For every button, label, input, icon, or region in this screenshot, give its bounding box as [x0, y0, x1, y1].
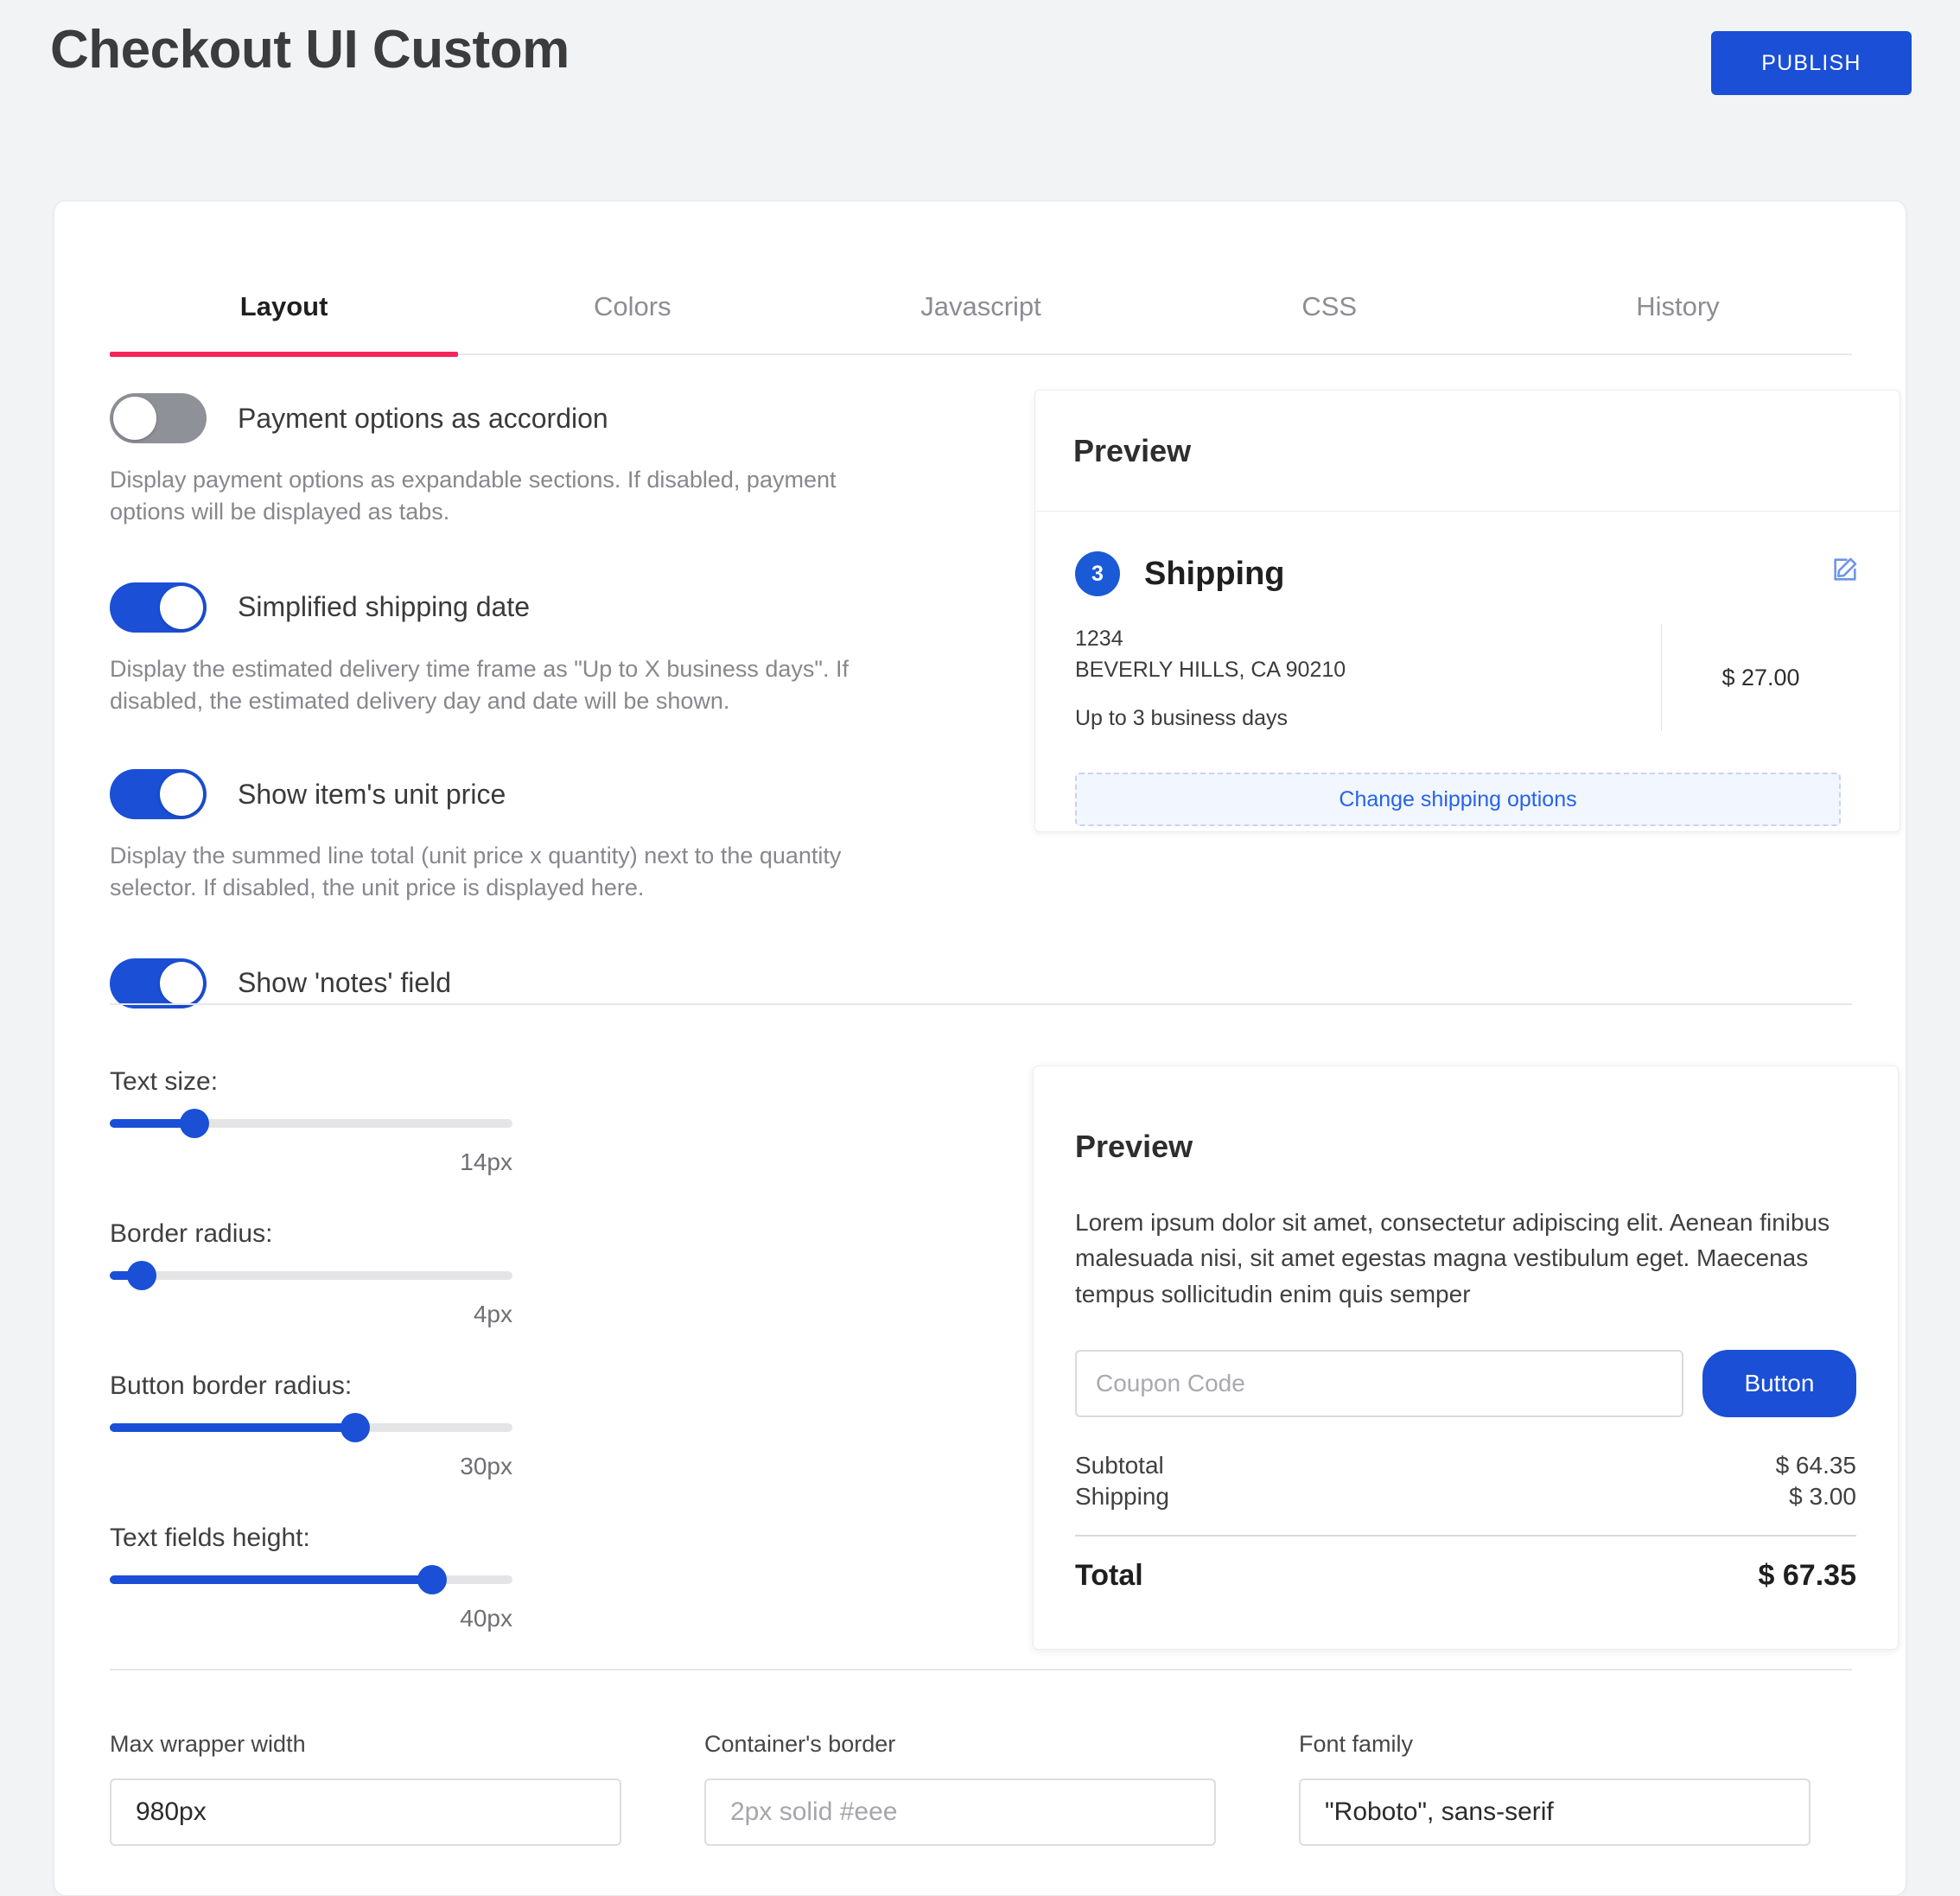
tab-css[interactable]: CSS	[1155, 260, 1504, 353]
page-title: Checkout UI Custom	[50, 19, 570, 80]
slider-thumb-button-border-radius[interactable]	[340, 1413, 370, 1442]
setting-payment-accordion: Payment options as accordion	[110, 393, 939, 443]
app-root: Checkout UI Custom PUBLISH Layout Colors…	[0, 0, 1960, 1896]
shipping-price-cell: $ 27.00	[1661, 624, 1860, 731]
coupon-code-input[interactable]	[1075, 1350, 1683, 1417]
totals-preview-card: Preview Lorem ipsum dolor sit amet, cons…	[1033, 1066, 1899, 1650]
container-border-input[interactable]	[704, 1778, 1216, 1846]
field-label-font-family: Font family	[1299, 1731, 1810, 1758]
slider-group-text-fields-height: Text fields height: 40px	[110, 1524, 525, 1632]
address-line-2: BEVERLY HILLS, CA 90210	[1075, 655, 1661, 686]
step-number-badge: 3	[1075, 551, 1120, 596]
toggle-knob	[113, 397, 156, 440]
shipping-preview-title: Preview	[1073, 433, 1191, 469]
slider-thumb-text-fields-height[interactable]	[417, 1565, 447, 1594]
shipping-preview-header: Preview	[1035, 391, 1900, 512]
section-divider-bottom	[110, 1669, 1852, 1670]
slider-value-text-size: 14px	[110, 1148, 512, 1176]
address-line-1: 1234	[1075, 624, 1661, 655]
shipping-address-row: 1234 BEVERLY HILLS, CA 90210 Up to 3 bus…	[1075, 624, 1860, 731]
slider-group-text-size: Text size: 14px	[110, 1067, 525, 1176]
publish-button[interactable]: PUBLISH	[1711, 31, 1912, 95]
max-wrapper-width-input[interactable]	[110, 1778, 621, 1846]
shipping-value: $ 3.00	[1789, 1481, 1856, 1512]
tab-javascript[interactable]: Javascript	[806, 260, 1155, 353]
slider-fill	[110, 1575, 432, 1584]
field-container-border: Container's border	[704, 1731, 1216, 1846]
slider-value-text-fields-height: 40px	[110, 1605, 512, 1632]
bottom-field-row: Max wrapper width Container's border Fon…	[110, 1731, 1852, 1846]
toggle-show-unit-price[interactable]	[110, 769, 207, 819]
field-max-wrapper-width: Max wrapper width	[110, 1731, 621, 1846]
toggle-simplified-shipping-date[interactable]	[110, 582, 207, 633]
toggle-label-payment-accordion: Payment options as accordion	[238, 403, 608, 435]
toggle-description-payment-accordion: Display payment options as expandable se…	[110, 464, 913, 529]
slider-label-text-size: Text size:	[110, 1067, 525, 1097]
toggle-description-simplified-shipping-date: Display the estimated delivery time fram…	[110, 653, 913, 718]
slider-value-border-radius: 4px	[110, 1301, 512, 1328]
slider-thumb-border-radius[interactable]	[127, 1261, 156, 1290]
subtotal-label: Subtotal	[1075, 1450, 1164, 1481]
setting-show-unit-price: Show item's unit price	[110, 769, 939, 819]
shipping-label: Shipping	[1075, 1481, 1169, 1512]
setting-show-notes-field: Show 'notes' field	[110, 958, 939, 1008]
font-family-input[interactable]	[1299, 1778, 1810, 1846]
coupon-apply-button[interactable]: Button	[1702, 1350, 1856, 1417]
field-label-max-wrapper-width: Max wrapper width	[110, 1731, 621, 1758]
tab-history[interactable]: History	[1504, 260, 1852, 353]
change-shipping-options-button[interactable]: Change shipping options	[1075, 773, 1841, 826]
toggle-show-notes-field[interactable]	[110, 958, 207, 1008]
total-value: $ 67.35	[1759, 1559, 1856, 1593]
section-divider-top	[110, 1003, 1852, 1005]
slider-fill	[110, 1423, 355, 1432]
tab-layout[interactable]: Layout	[110, 260, 458, 353]
field-font-family: Font family	[1299, 1731, 1810, 1846]
slider-group-border-radius: Border radius: 4px	[110, 1219, 525, 1328]
toggle-knob	[160, 586, 203, 629]
slider-label-button-border-radius: Button border radius:	[110, 1371, 525, 1401]
delivery-estimate: Up to 3 business days	[1075, 706, 1661, 731]
setting-simplified-shipping-date: Simplified shipping date	[110, 582, 939, 633]
totals-preview-title: Preview	[1075, 1129, 1856, 1165]
slider-group-button-border-radius: Button border radius: 30px	[110, 1371, 525, 1480]
slider-label-text-fields-height: Text fields height:	[110, 1524, 525, 1553]
slider-label-border-radius: Border radius:	[110, 1219, 525, 1249]
toggle-payment-accordion[interactable]	[110, 393, 207, 443]
top-bar: Checkout UI Custom PUBLISH	[0, 0, 1960, 200]
slider-thumb-text-size[interactable]	[180, 1109, 209, 1138]
subtotal-value: $ 64.35	[1776, 1450, 1856, 1481]
shipping-step-row: 3 Shipping	[1075, 551, 1860, 596]
slider-track-text-size[interactable]	[110, 1119, 512, 1128]
toggle-label-show-notes-field: Show 'notes' field	[238, 967, 451, 999]
field-label-container-border: Container's border	[704, 1731, 1216, 1758]
tab-colors[interactable]: Colors	[458, 260, 806, 353]
toggle-label-simplified-shipping-date: Simplified shipping date	[238, 591, 530, 623]
slider-track-border-radius[interactable]	[110, 1271, 512, 1280]
toggle-label-show-unit-price: Show item's unit price	[238, 779, 506, 811]
total-line-grand: Total $ 67.35	[1075, 1559, 1856, 1593]
slider-settings-list: Text size: 14px Border radius: 4px Butto…	[110, 1067, 525, 1632]
total-line-subtotal: Subtotal $ 64.35	[1075, 1450, 1856, 1481]
toggle-description-show-unit-price: Display the summed line total (unit pric…	[110, 840, 913, 905]
shipping-price: $ 27.00	[1721, 665, 1799, 691]
toggle-knob	[160, 962, 203, 1005]
tab-bar: Layout Colors Javascript CSS History	[110, 260, 1852, 355]
shipping-preview-body: 3 Shipping 1234 BEVERLY HILLS, CA 90210 …	[1035, 512, 1900, 826]
coupon-row: Button	[1075, 1350, 1856, 1417]
settings-card: Layout Colors Javascript CSS History Pay…	[54, 200, 1906, 1896]
slider-value-button-border-radius: 30px	[110, 1453, 512, 1480]
toggle-knob	[160, 773, 203, 816]
toggle-settings-list: Payment options as accordion Display pay…	[110, 393, 939, 1008]
total-line-shipping: Shipping $ 3.00	[1075, 1481, 1856, 1512]
shipping-address-block: 1234 BEVERLY HILLS, CA 90210 Up to 3 bus…	[1075, 624, 1661, 731]
slider-track-text-fields-height[interactable]	[110, 1575, 512, 1584]
shipping-section-title: Shipping	[1144, 556, 1285, 593]
total-label: Total	[1075, 1559, 1143, 1593]
totals-preview-body-text: Lorem ipsum dolor sit amet, consectetur …	[1075, 1205, 1856, 1312]
shipping-preview-card: Preview 3 Shipping 1234 B	[1034, 390, 1900, 832]
slider-track-button-border-radius[interactable]	[110, 1423, 512, 1432]
totals-divider	[1075, 1535, 1856, 1537]
edit-square-icon[interactable]	[1830, 555, 1860, 584]
order-totals: Subtotal $ 64.35 Shipping $ 3.00 Total $…	[1075, 1450, 1856, 1593]
